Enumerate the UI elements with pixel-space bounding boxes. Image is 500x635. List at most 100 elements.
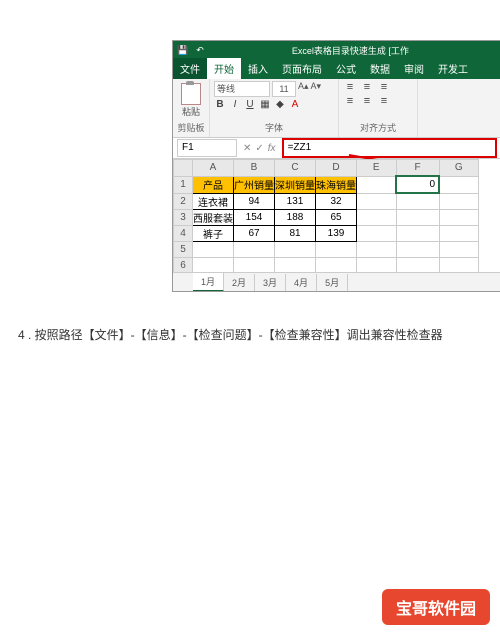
name-box[interactable]: F1	[177, 139, 237, 157]
font-label: 字体	[214, 121, 334, 135]
align-group: ≡ ≡ ≡ ≡ ≡ ≡ 对齐方式	[339, 79, 418, 137]
cell-selected[interactable]: 0	[396, 176, 439, 193]
fill-color-button[interactable]: ◆	[274, 99, 286, 110]
row-header[interactable]: 2	[174, 193, 193, 210]
cell[interactable]	[396, 226, 439, 242]
sheet-tabs: 1月 2月 3月 4月 5月	[173, 272, 500, 291]
cell[interactable]: 深圳销量	[275, 176, 316, 193]
window-title: Excel表格目录快速生成 [工作	[204, 44, 497, 57]
cell[interactable]: 珠海销量	[316, 176, 357, 193]
cell[interactable]: 81	[275, 226, 316, 242]
sheet-tab[interactable]: 4月	[286, 274, 317, 291]
cell[interactable]: 131	[275, 193, 316, 210]
col-header[interactable]: B	[234, 160, 275, 177]
sheet-tab[interactable]: 2月	[224, 274, 255, 291]
col-header[interactable]: F	[396, 160, 439, 177]
col-header[interactable]: E	[357, 160, 397, 177]
cell[interactable]	[234, 242, 275, 258]
cell[interactable]: 产品	[193, 176, 234, 193]
col-header[interactable]: G	[439, 160, 479, 177]
cell[interactable]: 65	[316, 210, 357, 226]
cell[interactable]	[316, 242, 357, 258]
watermark-logo: 宝哥软件园	[382, 589, 490, 625]
cell[interactable]	[439, 176, 479, 193]
align-right-icon[interactable]: ≡	[377, 95, 391, 107]
instruction-text: 4 . 按照路径【文件】-【信息】-【检查问题】-【检查兼容性】调出兼容性检查器	[18, 325, 478, 347]
row-header[interactable]: 5	[174, 242, 193, 258]
cancel-icon[interactable]: ✕	[243, 143, 251, 154]
cell[interactable]: 裤子	[193, 226, 234, 242]
excel-screenshot: 💾 ↶ Excel表格目录快速生成 [工作 文件 开始 插入 页面布局 公式 数…	[172, 40, 500, 292]
tab-layout[interactable]: 页面布局	[275, 58, 329, 79]
cell[interactable]	[439, 226, 479, 242]
cell[interactable]: 连衣裙	[193, 193, 234, 210]
cell[interactable]: 32	[316, 193, 357, 210]
cell[interactable]	[439, 193, 479, 210]
tab-dev[interactable]: 开发工	[431, 58, 475, 79]
tab-data[interactable]: 数据	[363, 58, 397, 79]
clipboard-group: 粘贴 剪贴板	[173, 79, 210, 137]
font-shrink-icon[interactable]: A▾	[311, 81, 322, 97]
row-header[interactable]: 4	[174, 226, 193, 242]
cell[interactable]: 94	[234, 193, 275, 210]
sheet-tab[interactable]: 5月	[317, 274, 348, 291]
cell[interactable]	[275, 242, 316, 258]
cell[interactable]	[193, 242, 234, 258]
cell[interactable]: 139	[316, 226, 357, 242]
cell[interactable]: 西服套装	[193, 210, 234, 226]
cell[interactable]: 67	[234, 226, 275, 242]
align-left-icon[interactable]: ≡	[343, 95, 357, 107]
select-all-corner[interactable]	[174, 160, 193, 177]
font-grow-icon[interactable]: A▴	[298, 81, 309, 97]
cell[interactable]: 广州销量	[234, 176, 275, 193]
align-label: 对齐方式	[343, 121, 413, 135]
cell[interactable]: 188	[275, 210, 316, 226]
row-header[interactable]: 1	[174, 176, 193, 193]
border-button[interactable]: ▦	[259, 99, 271, 110]
col-header[interactable]: D	[316, 160, 357, 177]
tab-review[interactable]: 审阅	[397, 58, 431, 79]
align-center-icon[interactable]: ≡	[360, 95, 374, 107]
cell[interactable]	[357, 210, 397, 226]
col-header[interactable]: A	[193, 160, 234, 177]
tab-home[interactable]: 开始	[207, 58, 241, 79]
sheet-tab[interactable]: 1月	[193, 273, 224, 292]
formula-bar[interactable]: =ZZ1	[282, 138, 497, 158]
cell[interactable]	[439, 242, 479, 258]
font-group: 等线 11 A▴ A▾ B I U ▦ ◆ A 字体	[210, 79, 339, 137]
cell[interactable]	[357, 242, 397, 258]
cell[interactable]: 154	[234, 210, 275, 226]
paste-icon	[181, 83, 201, 105]
bold-button[interactable]: B	[214, 99, 226, 110]
font-color-button[interactable]: A	[289, 99, 301, 110]
cell[interactable]	[357, 226, 397, 242]
tab-formula[interactable]: 公式	[329, 58, 363, 79]
font-name-select[interactable]: 等线	[214, 81, 270, 97]
ribbon-tabs: 文件 开始 插入 页面布局 公式 数据 审阅 开发工	[173, 59, 500, 79]
tab-insert[interactable]: 插入	[241, 58, 275, 79]
align-bottom-icon[interactable]: ≡	[377, 81, 391, 93]
font-size-select[interactable]: 11	[272, 81, 296, 97]
cell[interactable]	[439, 210, 479, 226]
formula-bar-row: F1 ✕ ✓ fx =ZZ1	[173, 138, 500, 159]
align-top-icon[interactable]: ≡	[343, 81, 357, 93]
clipboard-label: 剪贴板	[177, 121, 205, 135]
cell[interactable]	[357, 176, 397, 193]
fx-icon[interactable]: fx	[268, 143, 276, 154]
row-header[interactable]: 3	[174, 210, 193, 226]
cell[interactable]	[357, 193, 397, 210]
align-middle-icon[interactable]: ≡	[360, 81, 374, 93]
underline-button[interactable]: U	[244, 99, 256, 110]
save-icon[interactable]: 💾	[177, 45, 188, 56]
italic-button[interactable]: I	[229, 99, 241, 110]
sheet-tab[interactable]: 3月	[255, 274, 286, 291]
cell[interactable]	[396, 210, 439, 226]
cell[interactable]	[396, 193, 439, 210]
tab-file[interactable]: 文件	[173, 58, 207, 79]
cell[interactable]	[396, 242, 439, 258]
undo-icon[interactable]: ↶	[196, 45, 204, 56]
col-header[interactable]: C	[275, 160, 316, 177]
paste-button[interactable]: 粘贴	[177, 81, 205, 119]
confirm-icon[interactable]: ✓	[255, 143, 263, 154]
worksheet-grid[interactable]: A B C D E F G 1 产品 广州销量 深圳销量 珠海销量 0 2 连衣…	[173, 159, 500, 274]
